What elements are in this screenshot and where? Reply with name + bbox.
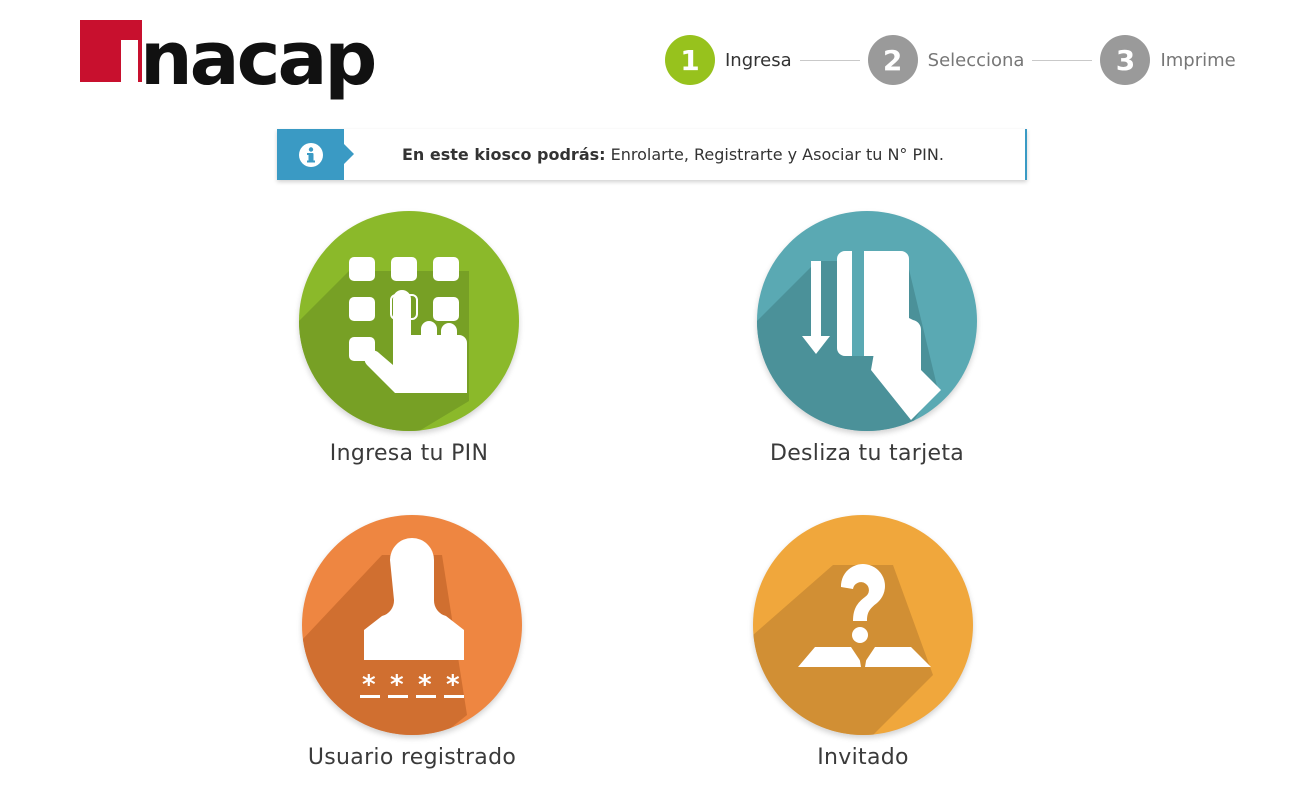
step-2-label: Selecciona [927,49,1025,71]
logo-mark [80,20,142,82]
logo-text: nacap [140,16,377,102]
step-1-number: 1 [665,35,715,85]
option-label: Usuario registrado [307,745,517,770]
option-invitado[interactable]: Invitado [753,515,973,770]
step-3: 3 Imprime [1100,35,1236,85]
guest-icon [753,515,973,735]
info-message-text: Enrolarte, Registrarte y Asociar tu N° P… [605,145,944,164]
step-2: 2 Selecciona [867,35,1025,85]
step-2-number: 2 [867,35,918,85]
info-icon [277,129,354,180]
registered-user-icon: * * * * [302,515,522,735]
step-connector [1032,59,1093,61]
step-3-number: 3 [1100,35,1151,85]
step-1: 1 Ingresa [665,35,792,85]
option-label: Desliza tu tarjeta [769,441,965,466]
step-3-label: Imprime [1160,49,1236,71]
step-connector [799,59,860,61]
option-usuario-registrado[interactable]: * * * * Usuario registrado [302,515,522,770]
option-label: Invitado [817,745,909,770]
option-ingresa-pin[interactable]: Ingresa tu PIN [299,211,519,466]
kiosk-screen: nacap 1 Ingresa 2 Selecciona 3 Imprime E… [0,0,1300,800]
swipe-card-icon [757,211,977,431]
step-1-label: Ingresa [725,49,792,71]
option-label: Ingresa tu PIN [329,441,489,466]
keypad-icon [299,211,519,431]
progress-steps: 1 Ingresa 2 Selecciona 3 Imprime [665,34,1236,86]
option-desliza-tarjeta[interactable]: Desliza tu tarjeta [757,211,977,466]
info-banner: En este kiosco podrás: Enrolarte, Regist… [277,129,1027,180]
info-message: En este kiosco podrás: Enrolarte, Regist… [402,145,944,164]
info-message-bold: En este kiosco podrás: [402,145,606,164]
